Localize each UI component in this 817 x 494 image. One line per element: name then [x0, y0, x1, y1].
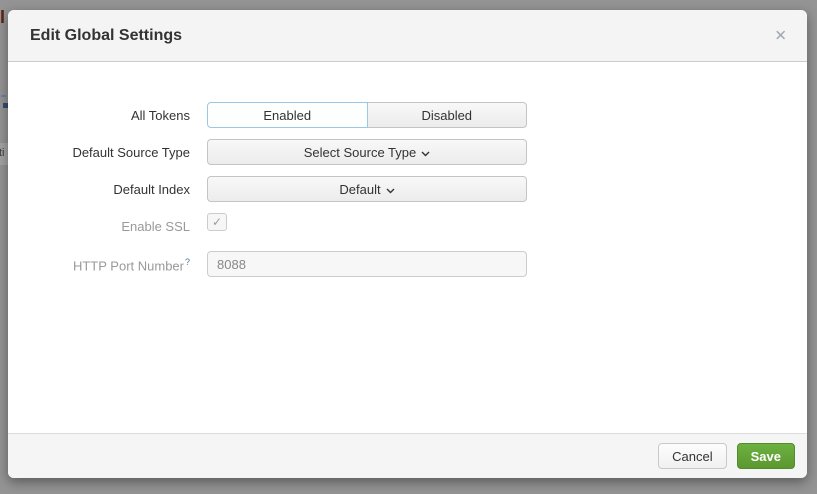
chevron-down-icon — [421, 145, 430, 160]
all-tokens-disabled-button[interactable]: Disabled — [368, 102, 528, 128]
form-row-all-tokens: All Tokens Enabled Disabled — [8, 102, 807, 128]
dialog-title: Edit Global Settings — [30, 27, 182, 45]
form-row-http-port: HTTP Port Number? — [8, 251, 807, 277]
dialog-body: All Tokens Enabled Disabled Default Sour… — [8, 62, 807, 433]
close-icon[interactable]: ✕ — [774, 28, 787, 43]
form-row-enable-ssl: Enable SSL ✓ — [8, 213, 807, 234]
http-port-label: HTTP Port Number? — [8, 251, 190, 273]
help-tooltip-icon[interactable]: ? — [185, 257, 190, 267]
form-row-default-source-type: Default Source Type Select Source Type — [8, 139, 807, 165]
default-index-value: Default — [339, 182, 380, 197]
http-port-input[interactable] — [207, 251, 527, 277]
default-source-type-value: Select Source Type — [304, 145, 417, 160]
all-tokens-label: All Tokens — [8, 102, 190, 123]
edit-global-settings-dialog: Edit Global Settings ✕ All Tokens Enable… — [8, 10, 807, 478]
default-index-dropdown[interactable]: Default — [207, 176, 527, 202]
form-row-default-index: Default Index Default — [8, 176, 807, 202]
cancel-button[interactable]: Cancel — [658, 443, 726, 469]
default-index-label: Default Index — [8, 176, 190, 197]
all-tokens-toggle: Enabled Disabled — [207, 102, 527, 128]
background-fragment — [1, 95, 6, 97]
dialog-footer: Cancel Save — [8, 433, 807, 478]
checkmark-icon: ✓ — [212, 215, 222, 229]
dialog-header: Edit Global Settings ✕ — [8, 10, 807, 62]
default-source-type-dropdown[interactable]: Select Source Type — [207, 139, 527, 165]
default-source-type-label: Default Source Type — [8, 139, 190, 160]
save-button[interactable]: Save — [737, 443, 795, 469]
enable-ssl-checkbox[interactable]: ✓ — [207, 213, 227, 231]
chevron-down-icon — [386, 182, 395, 197]
enable-ssl-label: Enable SSL — [8, 213, 190, 234]
all-tokens-enabled-button[interactable]: Enabled — [207, 102, 368, 128]
background-clipped-text: ti — [0, 143, 8, 165]
